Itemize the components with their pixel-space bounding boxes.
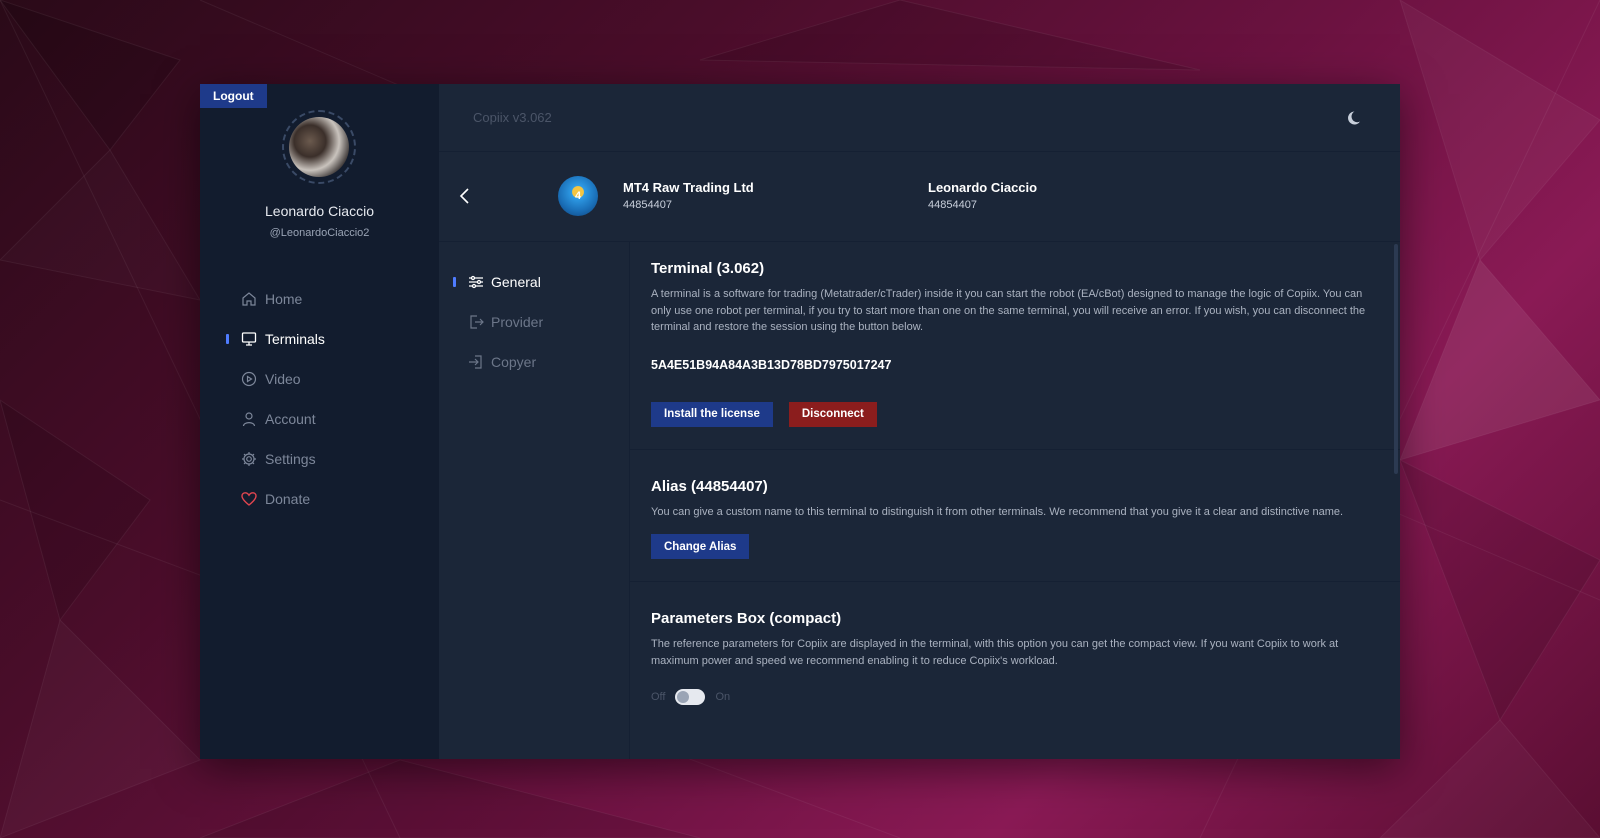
broker-info: MT4 Raw Trading Ltd 44854407 (623, 180, 754, 211)
mt4-logo: 4 (558, 176, 598, 216)
heart-icon (241, 491, 257, 507)
sidebar-item-label: Home (265, 291, 303, 307)
terminal-section-title: Terminal (3.062) (651, 260, 765, 277)
terminal-section-description: A terminal is a software for trading (Me… (651, 288, 1366, 333)
content-scrollbar[interactable] (1394, 244, 1398, 474)
export-icon (468, 314, 484, 330)
license-key: 5A4E51B94A84A3B13D78BD7975017247 (651, 357, 892, 372)
play-icon (241, 371, 257, 387)
params-section: Parameters Box (compact) The reference p… (630, 582, 1400, 727)
owner-name: Leonardo Ciaccio (928, 180, 1038, 195)
mt4-logo-label: 4 (574, 190, 582, 202)
sidebar-item-label: Settings (265, 451, 316, 467)
sidebar-item-video[interactable]: Video (200, 359, 439, 399)
sidebar-item-terminals[interactable]: Terminals (200, 319, 439, 359)
monitor-icon (241, 331, 257, 347)
params-section-title: Parameters Box (compact) (651, 610, 842, 627)
gear-icon (241, 451, 257, 467)
toggle-knob (677, 691, 690, 703)
theme-toggle-moon-icon[interactable] (1346, 108, 1366, 128)
home-icon (241, 291, 257, 307)
app-window: Logout Leonardo Ciaccio @LeonardoCiaccio… (200, 84, 1400, 759)
user-handle: @LeonardoCiaccio2 (269, 227, 370, 239)
sidebar-item-label: Account (265, 411, 316, 427)
params-section-description: The reference parameters for Copiix are … (651, 638, 1339, 667)
main-panel: Copiix v3.062 4 MT4 Raw Trading Ltd 4485… (439, 84, 1400, 759)
sliders-icon (468, 274, 484, 290)
subnav-item-label: General (491, 274, 541, 290)
change-alias-button[interactable]: Change Alias (651, 534, 750, 559)
sidebar-item-label: Terminals (265, 331, 325, 347)
avatar[interactable] (282, 110, 356, 184)
sidebar-item-label: Donate (265, 491, 311, 507)
app-title: Copiix v3.062 (473, 110, 552, 125)
sidebar-item-label: Video (265, 371, 301, 387)
content-panel: Terminal (3.062) A terminal is a softwar… (630, 242, 1400, 759)
logout-button[interactable]: Logout (200, 84, 267, 108)
broker-name: MT4 Raw Trading Ltd (623, 180, 754, 195)
subnav-item-provider[interactable]: Provider (439, 302, 629, 342)
body-area: General Provider Copyer Terminal (3.062)… (439, 242, 1400, 759)
subnav-item-label: Copyer (491, 354, 537, 370)
terminal-actions: Install the license Disconnect (651, 401, 1374, 427)
toggle-off-label: Off (651, 691, 666, 703)
top-bar: Copiix v3.062 (439, 84, 1400, 152)
user-name: Leonardo Ciaccio (265, 203, 374, 219)
avatar-image (289, 117, 349, 177)
sidebar-item-home[interactable]: Home (200, 279, 439, 319)
user-icon (241, 411, 257, 427)
alias-section-title: Alias (44854407) (651, 477, 768, 495)
subnav-item-label: Provider (491, 314, 544, 330)
broker-account: 44854407 (623, 199, 672, 211)
sidebar-nav: Home Terminals Video Account Settings Do… (200, 279, 439, 519)
alias-actions: Change Alias (651, 534, 1374, 559)
disconnect-button[interactable]: Disconnect (788, 401, 877, 427)
subnav-item-general[interactable]: General (439, 262, 629, 302)
terminal-subnav: General Provider Copyer (439, 242, 630, 759)
sidebar-item-account[interactable]: Account (200, 399, 439, 439)
compact-view-toggle[interactable] (675, 689, 706, 705)
compact-toggle-row: Off On (651, 689, 1374, 705)
terminal-header: 4 MT4 Raw Trading Ltd 44854407 Leonardo … (439, 152, 1400, 242)
back-arrow-icon[interactable] (457, 184, 473, 208)
sidebar: Logout Leonardo Ciaccio @LeonardoCiaccio… (200, 84, 439, 759)
subnav-item-copyer[interactable]: Copyer (439, 342, 629, 382)
install-license-button[interactable]: Install the license (651, 401, 773, 427)
toggle-on-label: On (715, 691, 731, 703)
sidebar-item-settings[interactable]: Settings (200, 439, 439, 479)
sidebar-item-donate[interactable]: Donate (200, 479, 439, 519)
owner-account: 44854407 (928, 199, 977, 211)
owner-info: Leonardo Ciaccio 44854407 (928, 180, 1037, 211)
alias-section: Alias (44854407) You can give a custom n… (630, 450, 1400, 582)
login-icon (468, 354, 484, 370)
terminal-section: Terminal (3.062) A terminal is a softwar… (630, 242, 1400, 450)
alias-section-description: You can give a custom name to this termi… (651, 505, 1344, 518)
